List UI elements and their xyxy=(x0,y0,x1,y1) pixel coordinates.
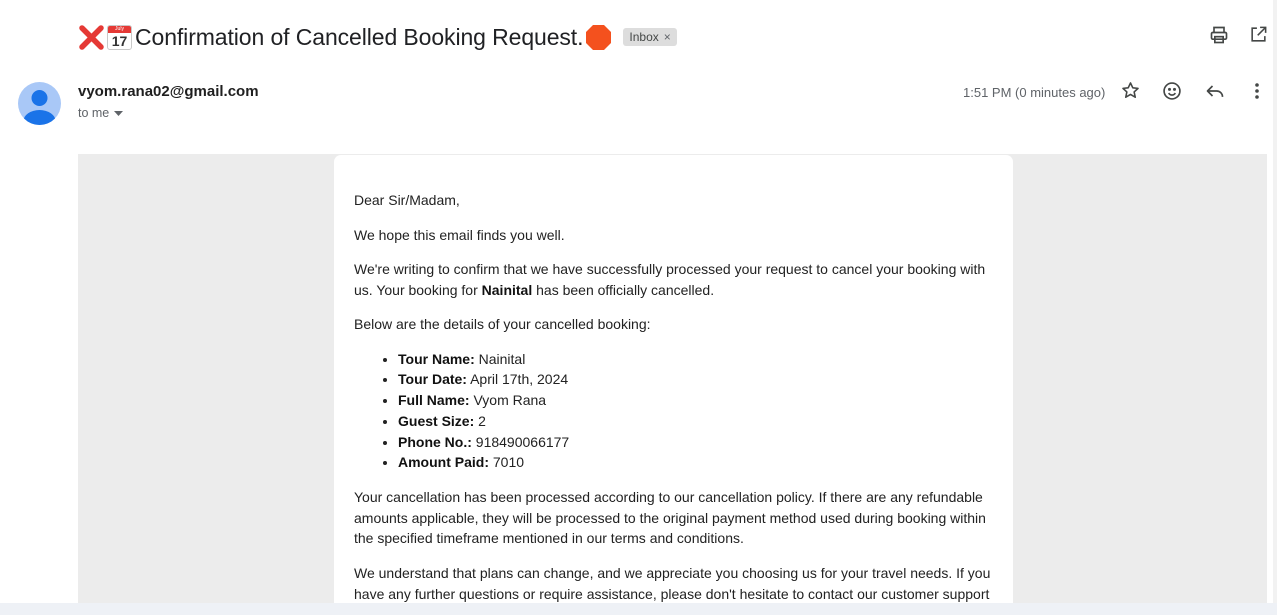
star-button[interactable] xyxy=(1119,82,1141,104)
booking-details-list: Tour Name: Nainital Tour Date: April 17t… xyxy=(398,349,994,473)
list-item: Tour Date: April 17th, 2024 xyxy=(398,369,994,390)
email-subject-title: Confirmation of Cancelled Booking Reques… xyxy=(135,23,584,50)
detail-label: Guest Size: xyxy=(398,412,475,429)
detail-value: 7010 xyxy=(489,454,525,471)
open-in-new-window-icon xyxy=(1249,25,1268,49)
list-item: Tour Name: Nainital xyxy=(398,349,994,370)
detail-value: Vyom Rana xyxy=(469,392,547,409)
list-item: Full Name: Vyom Rana xyxy=(398,390,994,411)
detail-label: Tour Date: xyxy=(398,371,467,388)
reply-icon xyxy=(1205,81,1225,106)
paragraph-confirmation: We're writing to confirm that we have su… xyxy=(354,259,994,300)
confirmation-text-end: has been officially cancelled. xyxy=(532,281,715,298)
cross-mark-icon xyxy=(78,24,105,51)
email-body: Dear Sir/Madam, We hope this email finds… xyxy=(354,190,994,615)
detail-value: 918490066177 xyxy=(471,433,570,450)
inbox-label-chip[interactable]: Inbox × xyxy=(623,28,677,46)
stop-sign-icon xyxy=(585,24,612,51)
emoji-reaction-icon xyxy=(1162,81,1182,106)
paragraph-details-intro: Below are the details of your cancelled … xyxy=(354,316,651,333)
detail-label: Tour Name: xyxy=(398,350,475,367)
default-avatar-icon xyxy=(23,90,56,125)
detail-value: April 17th, 2024 xyxy=(466,371,569,388)
scrollbar-track[interactable] xyxy=(1273,0,1277,603)
open-in-new-window-button[interactable] xyxy=(1247,26,1269,48)
email-subject-row: July 17 Confirmation of Cancelled Bookin… xyxy=(78,20,677,54)
reply-button[interactable] xyxy=(1204,82,1226,104)
list-item: Phone No.: 918490066177 xyxy=(398,432,994,453)
calendar-icon: July 17 xyxy=(107,24,132,50)
calendar-month: July xyxy=(108,25,131,33)
star-icon xyxy=(1121,81,1140,105)
detail-value: Nainital xyxy=(474,350,526,367)
more-options-button[interactable] xyxy=(1246,82,1268,104)
paragraph-refund-policy: Your cancellation has been processed acc… xyxy=(354,488,986,547)
list-item: Amount Paid: 7010 xyxy=(398,452,994,473)
detail-label: Full Name: xyxy=(398,392,470,409)
paragraph-intro: We hope this email finds you well. xyxy=(354,226,565,243)
detail-label: Amount Paid: xyxy=(398,454,489,471)
chevron-down-icon xyxy=(114,106,124,120)
sender-email[interactable]: vyom.rana02@gmail.com xyxy=(78,83,259,100)
recipient-label: to me xyxy=(78,106,110,120)
detail-label: Phone No.: xyxy=(398,433,472,450)
paragraph-support: We understand that plans can change, and… xyxy=(354,564,991,602)
bottom-edge xyxy=(0,603,1277,615)
booking-destination: Nainital xyxy=(481,281,533,298)
remove-label-button[interactable]: × xyxy=(664,28,671,46)
recipient-details-toggle[interactable]: to me xyxy=(78,106,124,120)
list-item: Guest Size: 2 xyxy=(398,411,994,432)
inbox-label-text: Inbox xyxy=(629,30,659,44)
print-icon xyxy=(1209,25,1229,50)
email-timestamp: 1:51 PM (0 minutes ago) xyxy=(963,85,1106,100)
emoji-reaction-button[interactable] xyxy=(1161,81,1183,106)
more-options-icon xyxy=(1254,82,1260,105)
sender-avatar[interactable] xyxy=(18,82,61,125)
greeting: Dear Sir/Madam, xyxy=(354,192,460,208)
detail-value: 2 xyxy=(474,412,486,429)
calendar-day: 17 xyxy=(111,32,128,49)
print-button[interactable] xyxy=(1208,26,1230,48)
